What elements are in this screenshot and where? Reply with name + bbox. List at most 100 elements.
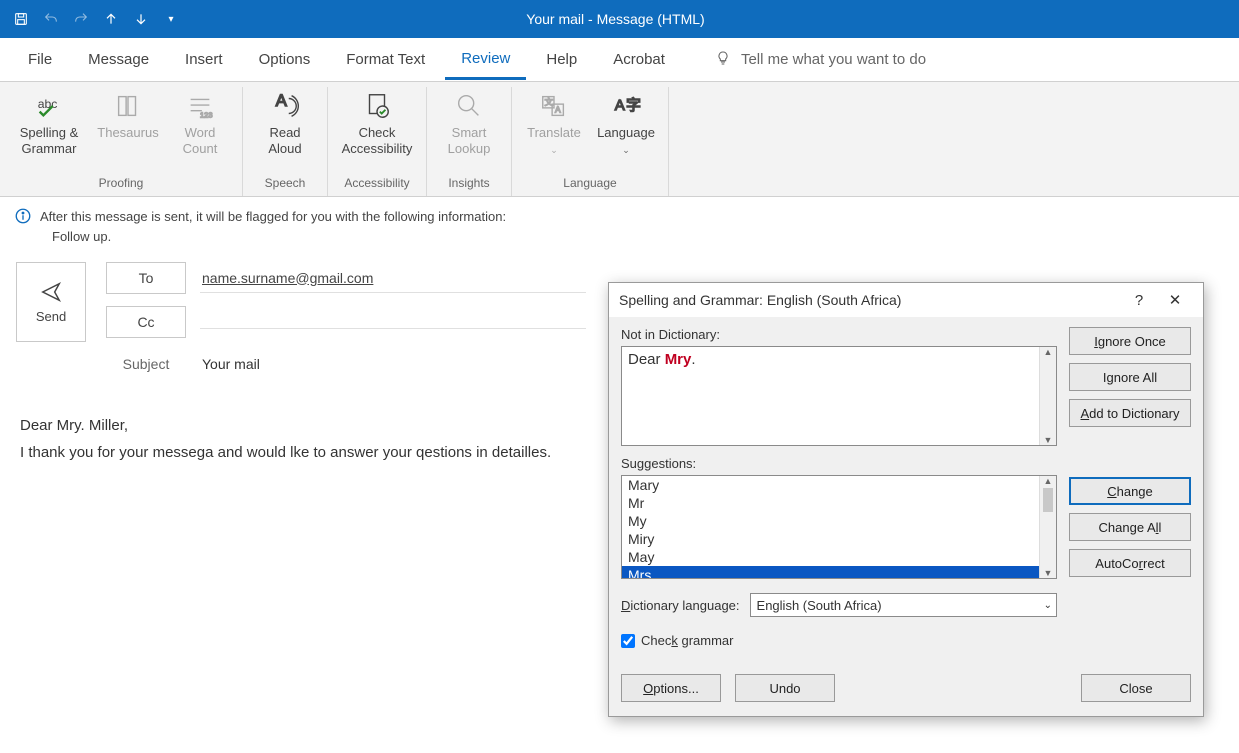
to-button[interactable]: To bbox=[106, 262, 186, 294]
scrollbar[interactable]: ▲▼ bbox=[1039, 347, 1056, 445]
ignore-all-button[interactable]: Ignore All bbox=[1069, 363, 1191, 391]
language-button[interactable]: A字 Language ⌄ bbox=[590, 87, 662, 172]
tab-insert[interactable]: Insert bbox=[169, 41, 239, 78]
subject-field[interactable]: Your mail bbox=[200, 350, 586, 378]
ribbon-content: abc Spelling & Grammar Thesaurus 123 Wor… bbox=[0, 82, 1239, 197]
check-grammar-label: Check grammar bbox=[641, 633, 733, 648]
add-to-dictionary-button[interactable]: Add to Dictionary bbox=[1069, 399, 1191, 427]
chevron-down-icon: ⌄ bbox=[1044, 600, 1052, 611]
smart-lookup-label: Smart Lookup bbox=[448, 125, 491, 158]
suggestion-item[interactable]: Mary bbox=[622, 476, 1056, 494]
dict-lang-value: English (South Africa) bbox=[757, 598, 882, 613]
svg-text:A: A bbox=[276, 91, 288, 110]
translate-button[interactable]: 文A Translate ⌄ bbox=[518, 87, 590, 172]
to-field[interactable]: name.surname@gmail.com bbox=[200, 264, 586, 293]
error-word: Mry bbox=[665, 351, 692, 368]
group-language: Language bbox=[563, 172, 616, 194]
notin-post: . bbox=[691, 351, 695, 368]
word-count-button[interactable]: 123 Word Count bbox=[164, 87, 236, 172]
tab-help[interactable]: Help bbox=[530, 41, 593, 78]
send-button[interactable]: Send bbox=[16, 262, 86, 342]
tell-me-search[interactable]: Tell me what you want to do bbox=[715, 50, 926, 70]
check-acc-label: Check Accessibility bbox=[342, 125, 413, 158]
window-title: Your mail - Message (HTML) bbox=[180, 11, 1051, 27]
undo-icon[interactable] bbox=[42, 10, 60, 28]
notin-pre: Dear bbox=[628, 351, 665, 368]
ignore-once-button[interactable]: Ignore Once bbox=[1069, 327, 1191, 355]
autocorrect-button[interactable]: AutoCorrect bbox=[1069, 549, 1191, 577]
cc-button[interactable]: Cc bbox=[106, 306, 186, 338]
read-aloud-button[interactable]: A Read Aloud bbox=[249, 87, 321, 172]
quick-access-toolbar: ▾ bbox=[12, 10, 180, 28]
suggestion-item[interactable]: Mr bbox=[622, 494, 1056, 512]
scrollbar[interactable]: ▲▼ bbox=[1039, 476, 1056, 578]
dialog-titlebar: Spelling and Grammar: English (South Afr… bbox=[609, 283, 1203, 317]
spelling-dialog: Spelling and Grammar: English (South Afr… bbox=[608, 282, 1204, 717]
svg-text:abc: abc bbox=[38, 97, 58, 111]
spelling-label: Spelling & Grammar bbox=[20, 125, 79, 158]
options-button[interactable]: Options... bbox=[621, 674, 721, 702]
subject-label: Subject bbox=[106, 356, 186, 372]
tab-file[interactable]: File bbox=[12, 41, 68, 78]
to-value: name.surname@gmail.com bbox=[202, 270, 373, 286]
info-line2: Follow up. bbox=[40, 227, 506, 247]
word-count-label: Word Count bbox=[183, 125, 218, 158]
suggestions-label: Suggestions: bbox=[621, 456, 1057, 471]
svg-text:A: A bbox=[615, 97, 625, 114]
not-in-dictionary-box[interactable]: Dear Mry. ▲▼ bbox=[621, 346, 1057, 446]
dict-lang-label: Dictionary language: bbox=[621, 598, 740, 613]
tab-message[interactable]: Message bbox=[72, 41, 165, 78]
suggestion-item[interactable]: Miry bbox=[622, 530, 1056, 548]
read-aloud-label: Read Aloud bbox=[268, 125, 301, 158]
svg-text:字: 字 bbox=[626, 97, 641, 114]
svg-text:A: A bbox=[555, 105, 561, 115]
tab-options[interactable]: Options bbox=[243, 41, 327, 78]
arrow-up-icon[interactable] bbox=[102, 10, 120, 28]
check-grammar-checkbox[interactable] bbox=[621, 634, 635, 648]
send-label: Send bbox=[36, 309, 66, 324]
spelling-grammar-button[interactable]: abc Spelling & Grammar bbox=[6, 87, 92, 172]
group-speech: Speech bbox=[265, 172, 306, 194]
suggestion-item[interactable]: May bbox=[622, 548, 1056, 566]
info-bar: After this message is sent, it will be f… bbox=[0, 197, 1239, 252]
language-label: Language bbox=[597, 125, 655, 141]
group-accessibility: Accessibility bbox=[344, 172, 409, 194]
tab-acrobat[interactable]: Acrobat bbox=[597, 41, 681, 78]
svg-text:123: 123 bbox=[200, 110, 213, 119]
translate-label: Translate bbox=[527, 125, 581, 141]
suggestion-item-selected[interactable]: Mrs bbox=[622, 566, 1056, 579]
suggestion-item[interactable]: My bbox=[622, 512, 1056, 530]
info-icon bbox=[14, 207, 32, 228]
close-button[interactable]: Close bbox=[1081, 674, 1191, 702]
dict-language-select[interactable]: English (South Africa) ⌄ bbox=[750, 593, 1057, 617]
tell-me-label: Tell me what you want to do bbox=[741, 51, 926, 68]
help-button[interactable]: ? bbox=[1121, 292, 1157, 309]
arrow-down-icon[interactable] bbox=[132, 10, 150, 28]
title-bar: ▾ Your mail - Message (HTML) bbox=[0, 0, 1239, 38]
dialog-title: Spelling and Grammar: English (South Afr… bbox=[619, 292, 1121, 308]
change-all-button[interactable]: Change All bbox=[1069, 513, 1191, 541]
thesaurus-label: Thesaurus bbox=[97, 125, 158, 141]
close-icon[interactable]: ✕ bbox=[1157, 291, 1193, 309]
customize-qat-icon[interactable]: ▾ bbox=[162, 10, 180, 28]
tab-format-text[interactable]: Format Text bbox=[330, 41, 441, 78]
not-in-dictionary-label: Not in Dictionary: bbox=[621, 327, 1057, 342]
undo-button[interactable]: Undo bbox=[735, 674, 835, 702]
redo-icon[interactable] bbox=[72, 10, 90, 28]
check-accessibility-button[interactable]: Check Accessibility bbox=[334, 87, 420, 172]
thesaurus-button[interactable]: Thesaurus bbox=[92, 87, 164, 172]
info-line1: After this message is sent, it will be f… bbox=[40, 207, 506, 227]
smart-lookup-button[interactable]: Smart Lookup bbox=[433, 87, 505, 172]
tab-review[interactable]: Review bbox=[445, 40, 526, 80]
cc-field[interactable] bbox=[200, 316, 586, 329]
lightbulb-icon bbox=[715, 50, 731, 70]
group-insights: Insights bbox=[448, 172, 489, 194]
svg-text:文: 文 bbox=[545, 97, 554, 107]
group-proofing: Proofing bbox=[99, 172, 144, 194]
change-button[interactable]: Change bbox=[1069, 477, 1191, 505]
chevron-down-icon: ⌄ bbox=[550, 145, 558, 156]
chevron-down-icon: ⌄ bbox=[622, 145, 630, 156]
suggestions-list[interactable]: Mary Mr My Miry May Mrs ▲▼ bbox=[621, 475, 1057, 579]
ribbon-tabs: File Message Insert Options Format Text … bbox=[0, 38, 1239, 82]
save-icon[interactable] bbox=[12, 10, 30, 28]
